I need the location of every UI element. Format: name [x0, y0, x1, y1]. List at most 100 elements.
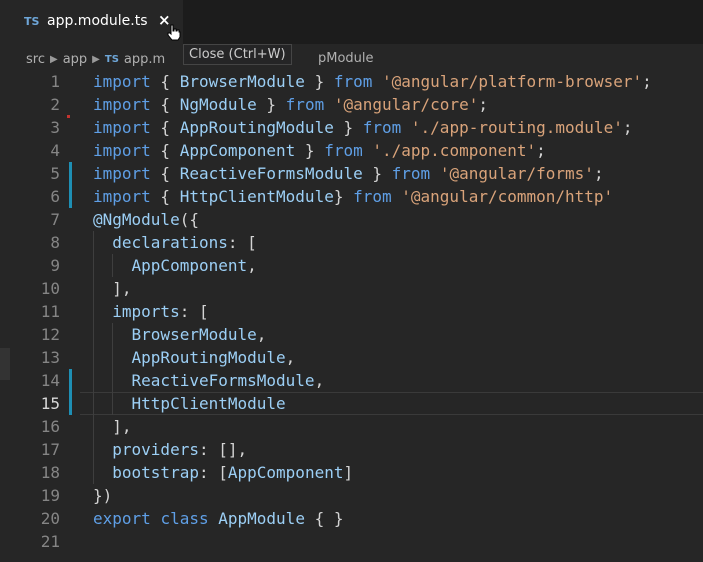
code-line[interactable]: 2 import { NgModule } from '@angular/core…: [0, 93, 703, 116]
line-number: 15: [40, 394, 60, 413]
code-text: export class AppModule { }: [93, 507, 343, 530]
code-token: ]: [343, 463, 354, 482]
code-text: }): [93, 484, 112, 507]
code-token: import: [93, 95, 151, 114]
code-token: from: [353, 187, 392, 206]
line-number: 3: [50, 118, 60, 137]
code-token: class: [160, 509, 209, 528]
code-token: '@angular/forms': [439, 164, 594, 183]
code-token: ReactiveFormsModule: [131, 371, 315, 390]
code-token: ],: [93, 279, 132, 298]
line-number: 19: [40, 486, 60, 505]
indent-guide: [112, 323, 114, 415]
code-line[interactable]: 15 HttpClientModule: [0, 392, 703, 415]
breadcrumb-item-file[interactable]: app.m: [124, 52, 165, 67]
code-token: from: [285, 95, 325, 114]
code-token: AppRoutingModule: [179, 118, 334, 137]
code-text: AppRoutingModule,: [93, 346, 296, 369]
code-token: AppComponent: [131, 256, 248, 275]
code-token: import: [93, 164, 151, 183]
line-number: 4: [50, 141, 60, 160]
code-token: imports: [112, 302, 180, 321]
line-number: 2: [50, 95, 60, 114]
code-token: ;: [642, 72, 652, 91]
code-editor[interactable]: 1 import { BrowserModule } from '@angular…: [0, 70, 703, 562]
code-token: ,: [314, 371, 325, 390]
code-token: {: [150, 72, 180, 91]
code-token: ;: [593, 164, 604, 183]
code-token: from: [333, 72, 373, 91]
code-token: import: [93, 72, 151, 91]
code-line[interactable]: 19}): [0, 484, 703, 507]
code-line[interactable]: 20 export class AppModule { }: [0, 507, 703, 530]
code-line[interactable]: 6 import { HttpClientModule} from '@angul…: [0, 185, 703, 208]
code-text: ],: [93, 277, 132, 300]
code-line[interactable]: 18 bootstrap: [AppComponent]: [0, 461, 703, 484]
code-line[interactable]: 5 import { ReactiveFormsModule } from '@a…: [0, 162, 703, 185]
code-token: providers: [112, 440, 199, 459]
typescript-file-icon: TS: [104, 53, 119, 65]
line-number: 11: [40, 302, 60, 321]
code-text: HttpClientModule: [93, 392, 286, 415]
code-line[interactable]: 17 providers: [],: [0, 438, 703, 461]
breadcrumb-item-src[interactable]: src: [26, 52, 45, 67]
line-number: 13: [40, 348, 60, 367]
code-text: import { NgModule } from '@angular/core'…: [93, 93, 488, 116]
code-line[interactable]: 4 import { AppComponent } from './app.com…: [0, 139, 703, 162]
indent-guide: [93, 231, 94, 484]
code-token: : [],: [198, 440, 248, 459]
code-token: import: [93, 187, 151, 206]
tab-bar: TS app.module.ts ×: [0, 0, 703, 44]
code-token: from: [362, 118, 402, 137]
code-text: import { AppComponent } from './app.comp…: [93, 139, 546, 162]
code-text: bootstrap: [AppComponent]: [93, 461, 353, 484]
line-number: 8: [50, 233, 60, 252]
code-line[interactable]: 12 BrowserModule,: [0, 323, 703, 346]
code-line[interactable]: 21: [0, 530, 703, 553]
typescript-file-icon: TS: [24, 15, 40, 28]
breadcrumb: src ▶ app ▶ TS app.m: [26, 49, 165, 69]
line-number: 12: [40, 325, 60, 344]
code-token: export: [93, 509, 151, 528]
code-line[interactable]: 1 import { BrowserModule } from '@angular…: [0, 70, 703, 93]
code-token: : [: [198, 463, 228, 482]
chevron-right-icon: ▶: [92, 53, 100, 65]
code-line[interactable]: 9 AppComponent,: [0, 254, 703, 277]
breadcrumb-item-app[interactable]: app: [63, 52, 87, 67]
code-token: {: [150, 95, 180, 114]
code-line[interactable]: 14 ReactiveFormsModule,: [0, 369, 703, 392]
code-line[interactable]: 13 AppRoutingModule,: [0, 346, 703, 369]
code-token: { }: [304, 509, 344, 528]
code-token: }: [295, 141, 325, 160]
code-token: from: [324, 141, 363, 160]
code-token: ({: [179, 210, 199, 229]
code-line[interactable]: 3 import { AppRoutingModule } from './app…: [0, 116, 703, 139]
breadcrumb-item-symbol[interactable]: pModule: [318, 49, 374, 69]
code-token: @NgModule: [93, 210, 180, 229]
line-number: 7: [50, 210, 60, 229]
code-token: AppModule: [218, 509, 305, 528]
indent-guide: [112, 254, 114, 277]
code-line[interactable]: 10 ],: [0, 277, 703, 300]
code-text: providers: [],: [93, 438, 247, 461]
tab-app-module[interactable]: TS app.module.ts ×: [0, 0, 183, 44]
code-token: BrowserModule: [179, 72, 305, 91]
code-token: HttpClientModule: [179, 187, 334, 206]
code-line[interactable]: 7 @NgModule({: [0, 208, 703, 231]
code-line[interactable]: 8 declarations: [: [0, 231, 703, 254]
code-token: : [: [227, 233, 257, 252]
code-token: }: [304, 72, 334, 91]
code-token: {: [150, 164, 180, 183]
code-token: ],: [93, 417, 132, 436]
code-line[interactable]: 16 ],: [0, 415, 703, 438]
code-line[interactable]: 11 imports: [: [0, 300, 703, 323]
code-token: ReactiveFormsModule: [179, 164, 363, 183]
code-text: BrowserModule,: [93, 323, 267, 346]
